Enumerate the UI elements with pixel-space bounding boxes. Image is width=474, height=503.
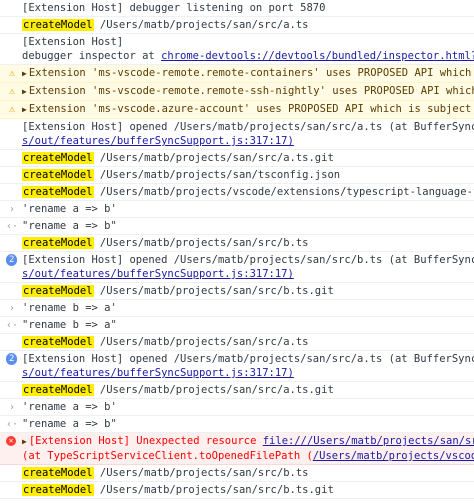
source-link[interactable]: s/out/features/bufferSyncSupport.js:317:…: [22, 366, 474, 380]
console-log-row[interactable]: [Extension Host] opened /Users/matb/proj…: [0, 119, 474, 150]
warning-icon: ⚠: [8, 104, 16, 115]
input-text: 'rename b => a': [22, 302, 117, 314]
log-text: /Users/matb/projects/san/src/b.ts: [93, 237, 309, 249]
create-model-badge: createModel: [22, 152, 94, 164]
input-chevron-icon: ›: [8, 402, 16, 413]
log-text: /Users/matb/projects/san/src/a.ts: [93, 19, 309, 31]
expand-triangle-icon[interactable]: ▶: [22, 437, 27, 446]
resource-link[interactable]: file:///Users/matb/projects/san/src/b.ts: [263, 435, 474, 447]
console-result-row[interactable]: ‹· "rename b => a": [0, 317, 474, 334]
log-text: /Users/matb/projects/vscode/extensions/t…: [99, 186, 474, 198]
console-log-row[interactable]: [Extension Host] debugger inspector at c…: [0, 34, 474, 65]
inspector-link[interactable]: chrome-devtools://devtools/bundled/inspe…: [161, 50, 474, 62]
input-chevron-icon: ›: [8, 303, 16, 314]
console-warning-row[interactable]: ⚠ ▶ Extension 'ms-vscode-remote.remote-ss…: [0, 83, 474, 101]
log-text: debugger inspector at: [22, 50, 162, 62]
result-text: "rename b => a": [22, 319, 117, 331]
console-input-row[interactable]: › 'rename a => b': [0, 399, 474, 416]
console-log-row[interactable]: createModel /Users/matb/projects/san/src…: [0, 235, 474, 252]
create-model-badge: createModel: [22, 169, 94, 181]
expand-triangle-icon[interactable]: ▶: [22, 87, 27, 96]
repeat-count-badge: 2: [6, 254, 18, 266]
input-chevron-icon: ›: [8, 204, 16, 215]
console-log-row[interactable]: 2 [Extension Host] opened /Users/matb/pr…: [0, 351, 474, 382]
result-arrow-icon: ‹·: [6, 419, 19, 430]
console-log-row[interactable]: createModel /Users/matb/projects/san/src…: [0, 482, 474, 499]
create-model-badge: createModel: [22, 285, 94, 297]
expand-triangle-icon[interactable]: ▶: [22, 105, 27, 114]
result-text: "rename a => b": [22, 418, 117, 430]
create-model-badge: createModel: [22, 484, 94, 496]
log-text: [Extension Host] debugger listening on p…: [22, 2, 326, 14]
create-model-badge: createModel: [22, 384, 94, 396]
log-text: [Extension Host] opened /Users/matb/proj…: [22, 254, 474, 266]
input-text: 'rename a => b': [22, 203, 117, 215]
result-arrow-icon: ‹·: [6, 320, 19, 331]
console-result-row[interactable]: ‹· "rename a => b": [0, 416, 474, 433]
warning-icon: ⚠: [8, 86, 16, 97]
console-warning-row[interactable]: ⚠ ▶ Extension 'ms-vscode-remote.remote-co…: [0, 65, 474, 83]
warning-text: Extension 'ms-vscode-remote.remote-ssh-n…: [28, 85, 474, 97]
console-prompt[interactable]: ›: [0, 499, 474, 503]
warning-text: Extension 'ms-vscode-remote.remote-conta…: [28, 67, 474, 79]
error-icon: ✕: [6, 436, 16, 446]
log-text: /Users/matb/projects/san/tsconfig.json: [93, 169, 341, 181]
create-model-badge: createModel: [22, 186, 94, 198]
console-error-row[interactable]: ✕ ▶ [Extension Host] Unexpected resource …: [0, 433, 474, 465]
result-text: "rename a => b": [22, 220, 117, 232]
log-text: [Extension Host] opened /Users/matb/proj…: [22, 353, 474, 365]
console-log-row[interactable]: createModel /Users/matb/projects/san/tsc…: [0, 167, 474, 184]
create-model-badge: createModel: [22, 19, 94, 31]
console-input-row[interactable]: › 'rename a => b': [0, 201, 474, 218]
console-log-row[interactable]: createModel /Users/matb/projects/san/src…: [0, 334, 474, 351]
source-link[interactable]: s/out/features/bufferSyncSupport.js:317:…: [22, 134, 474, 148]
log-text: /Users/matb/projects/san/src/a.ts.git: [93, 152, 334, 164]
console-log-row[interactable]: 2 [Extension Host] opened /Users/matb/pr…: [0, 252, 474, 283]
warning-text: Extension 'ms-vscode.azure-account' uses…: [28, 103, 474, 115]
console-log-row[interactable]: createModel /Users/matb/projects/vscode/…: [0, 184, 474, 201]
expand-triangle-icon[interactable]: ▶: [22, 69, 27, 78]
create-model-badge: createModel: [22, 467, 94, 479]
source-link[interactable]: s/out/features/bufferSyncSupport.js:317:…: [22, 267, 474, 281]
console-log-row[interactable]: createModel /Users/matb/projects/san/src…: [0, 150, 474, 167]
log-text: /Users/matb/projects/san/src/a.ts: [93, 336, 309, 348]
log-text: /Users/matb/projects/san/src/a.ts.git: [93, 384, 334, 396]
create-model-badge: createModel: [22, 336, 94, 348]
input-text: 'rename a => b': [22, 401, 117, 413]
error-text: [Extension Host] Unexpected resource: [28, 435, 263, 447]
repeat-count-badge: 2: [6, 353, 18, 365]
log-text: /Users/matb/projects/san/src/b.ts: [93, 467, 309, 479]
console-log-row[interactable]: [Extension Host] debugger listening on p…: [0, 0, 474, 17]
console-warning-row[interactable]: ⚠ ▶ Extension 'ms-vscode.azure-account' u…: [0, 101, 474, 119]
log-text: [Extension Host]: [22, 36, 124, 48]
console-log-row[interactable]: createModel /Users/matb/projects/san/src…: [0, 283, 474, 300]
error-text: (at TypeScriptServiceClient.toOpenedFile…: [22, 450, 313, 462]
console-input-row[interactable]: › 'rename b => a': [0, 300, 474, 317]
devtools-console: [Extension Host] debugger listening on p…: [0, 0, 474, 503]
console-log-row[interactable]: createModel /Users/matb/projects/san/src…: [0, 382, 474, 399]
source-link[interactable]: /Users/matb/projects/vscode/extensions/: [313, 450, 474, 462]
log-text: [Extension Host] opened /Users/matb/proj…: [22, 121, 474, 133]
console-log-row[interactable]: createModel /Users/matb/projects/san/src…: [0, 465, 474, 482]
warning-icon: ⚠: [8, 68, 16, 79]
console-log-row[interactable]: createModel /Users/matb/projects/san/src…: [0, 17, 474, 34]
result-arrow-icon: ‹·: [6, 221, 19, 232]
create-model-badge: createModel: [22, 237, 94, 249]
log-text: /Users/matb/projects/san/src/b.ts.git: [93, 285, 334, 297]
log-text: /Users/matb/projects/san/src/b.ts.git: [93, 484, 334, 496]
console-result-row[interactable]: ‹· "rename a => b": [0, 218, 474, 235]
